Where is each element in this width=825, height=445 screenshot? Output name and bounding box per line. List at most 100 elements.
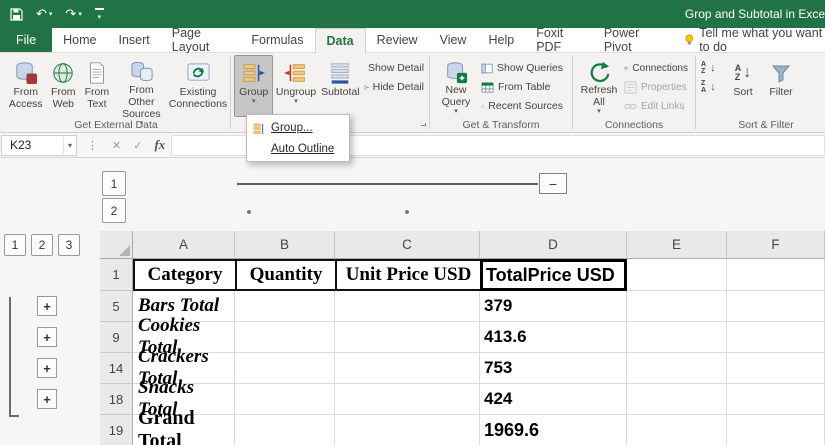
filter-button[interactable]: Filter	[761, 55, 801, 117]
cell-F18[interactable]	[727, 384, 825, 415]
cell-B5[interactable]	[235, 291, 335, 322]
tab-page-layout[interactable]: Page Layout	[161, 26, 241, 54]
cell-E19[interactable]	[627, 415, 727, 445]
from-access-button[interactable]: From Access	[5, 55, 47, 117]
hide-detail-button[interactable]: Hide Detail	[362, 78, 426, 96]
col-outline-level-2-button[interactable]: 2	[102, 198, 126, 223]
tell-me-box[interactable]: Tell me what you want to do	[684, 26, 825, 54]
enter-icon[interactable]: ✓	[127, 139, 148, 152]
show-queries-button[interactable]: Show Queries	[479, 59, 565, 77]
undo-button[interactable]: ↶ ▾	[36, 6, 52, 22]
tab-foxit-pdf[interactable]: Foxit PDF	[525, 26, 593, 54]
cell-C14[interactable]	[335, 353, 480, 384]
expand-group-cookies-button[interactable]: +	[37, 327, 57, 347]
subtotal-button[interactable]: Subtotal	[319, 55, 362, 117]
cell-F14[interactable]	[727, 353, 825, 384]
cell-B18[interactable]	[235, 384, 335, 415]
dialog-launcher-icon[interactable]: ⌐	[420, 119, 426, 131]
save-button[interactable]	[10, 7, 23, 21]
sort-ascending-button[interactable]: AZ ↓	[699, 59, 725, 77]
tab-help[interactable]: Help	[477, 28, 525, 52]
row-header-1[interactable]: 1	[100, 259, 133, 291]
row-header-5[interactable]: 5	[100, 291, 133, 322]
sort-descending-button[interactable]: ZA ↓	[699, 78, 725, 96]
cell-C1[interactable]: Unit Price USD	[335, 259, 480, 291]
row-header-9[interactable]: 9	[100, 322, 133, 353]
cell-C5[interactable]	[335, 291, 480, 322]
properties-button[interactable]: Properties	[622, 78, 690, 96]
cell-C19[interactable]	[335, 415, 480, 445]
from-text-button[interactable]: From Text	[80, 55, 114, 117]
column-header-C[interactable]: C	[335, 231, 480, 259]
cell-B9[interactable]	[235, 322, 335, 353]
row-outline-level-2-button[interactable]: 2	[31, 234, 53, 256]
column-header-D[interactable]: D	[480, 231, 627, 259]
row-header-18[interactable]: 18	[100, 384, 133, 415]
cell-E5[interactable]	[627, 291, 727, 322]
expand-group-crackers-button[interactable]: +	[37, 358, 57, 378]
cell-B14[interactable]	[235, 353, 335, 384]
cell-F1[interactable]	[727, 259, 825, 291]
tab-review[interactable]: Review	[366, 28, 429, 52]
row-outline-level-3-button[interactable]: 3	[58, 234, 80, 256]
insert-function-icon[interactable]: fx	[148, 137, 171, 153]
cell-A1[interactable]: Category	[133, 259, 235, 291]
cell-F9[interactable]	[727, 322, 825, 353]
cell-B19[interactable]	[235, 415, 335, 445]
collapse-column-group-button[interactable]: −	[539, 173, 567, 194]
menu-item-auto-outline[interactable]: Auto Outline	[247, 138, 349, 159]
from-other-sources-button[interactable]: From Other Sources ▾	[114, 55, 169, 127]
cell-E18[interactable]	[627, 384, 727, 415]
ungroup-button[interactable]: Ungroup ▾	[273, 55, 318, 117]
column-header-A[interactable]: A	[133, 231, 235, 259]
connections-button[interactable]: Connections	[622, 59, 690, 77]
chevron-down-icon[interactable]: ▾	[62, 136, 76, 154]
row-header-14[interactable]: 14	[100, 353, 133, 384]
tab-file[interactable]: File	[0, 28, 53, 52]
customize-toolbar-button[interactable]: ▾	[94, 7, 104, 21]
cell-D19[interactable]: 1969.6	[480, 415, 627, 445]
cell-D1[interactable]: TotalPrice USD	[480, 259, 627, 291]
cell-D14[interactable]: 753	[480, 353, 627, 384]
cell-D18[interactable]: 424	[480, 384, 627, 415]
redo-button[interactable]: ↷ ▾	[65, 6, 81, 22]
cell-E1[interactable]	[627, 259, 727, 291]
tab-home[interactable]: Home	[52, 28, 107, 52]
tab-formulas[interactable]: Formulas	[240, 28, 314, 52]
cell-C18[interactable]	[335, 384, 480, 415]
show-detail-button[interactable]: Show Detail	[362, 59, 426, 77]
from-web-button[interactable]: From Web	[47, 55, 81, 117]
cell-D9[interactable]: 413.6	[480, 322, 627, 353]
cell-A19[interactable]: Grand Total	[133, 407, 235, 445]
column-header-B[interactable]: B	[235, 231, 335, 259]
tab-view[interactable]: View	[429, 28, 478, 52]
cell-C9[interactable]	[335, 322, 480, 353]
cell-B1[interactable]: Quantity	[235, 259, 335, 291]
refresh-all-button[interactable]: Refresh All ▾	[576, 55, 622, 117]
tab-insert[interactable]: Insert	[108, 28, 161, 52]
sort-button[interactable]: AZ ↓ Sort	[725, 55, 761, 117]
name-box[interactable]: K23 ▾	[1, 134, 77, 156]
cancel-icon[interactable]: ✕	[106, 139, 127, 152]
new-query-button[interactable]: New Query ▾	[433, 55, 479, 117]
expand-group-bars-button[interactable]: +	[37, 296, 57, 316]
edit-links-button[interactable]: Edit Links	[622, 97, 690, 115]
tab-power-pivot[interactable]: Power Pivot	[593, 26, 670, 54]
row-outline-level-1-button[interactable]: 1	[4, 234, 26, 256]
expand-group-snacks-button[interactable]: +	[37, 389, 57, 409]
col-outline-level-1-button[interactable]: 1	[102, 171, 126, 196]
row-header-19[interactable]: 19	[100, 415, 133, 445]
cell-E14[interactable]	[627, 353, 727, 384]
menu-item-group[interactable]: Group...	[247, 117, 349, 138]
from-table-button[interactable]: From Table	[479, 78, 565, 96]
cell-D5[interactable]: 379	[480, 291, 627, 322]
formula-bar-handle[interactable]: ⋮	[77, 139, 106, 152]
cell-E9[interactable]	[627, 322, 727, 353]
existing-connections-button[interactable]: Existing Connections	[169, 55, 227, 117]
cell-F19[interactable]	[727, 415, 825, 445]
cell-F5[interactable]	[727, 291, 825, 322]
recent-sources-button[interactable]: Recent Sources	[479, 97, 565, 115]
tab-data[interactable]: Data	[314, 28, 366, 53]
group-button[interactable]: Group ▾	[234, 55, 274, 117]
select-all-corner[interactable]	[100, 231, 133, 259]
